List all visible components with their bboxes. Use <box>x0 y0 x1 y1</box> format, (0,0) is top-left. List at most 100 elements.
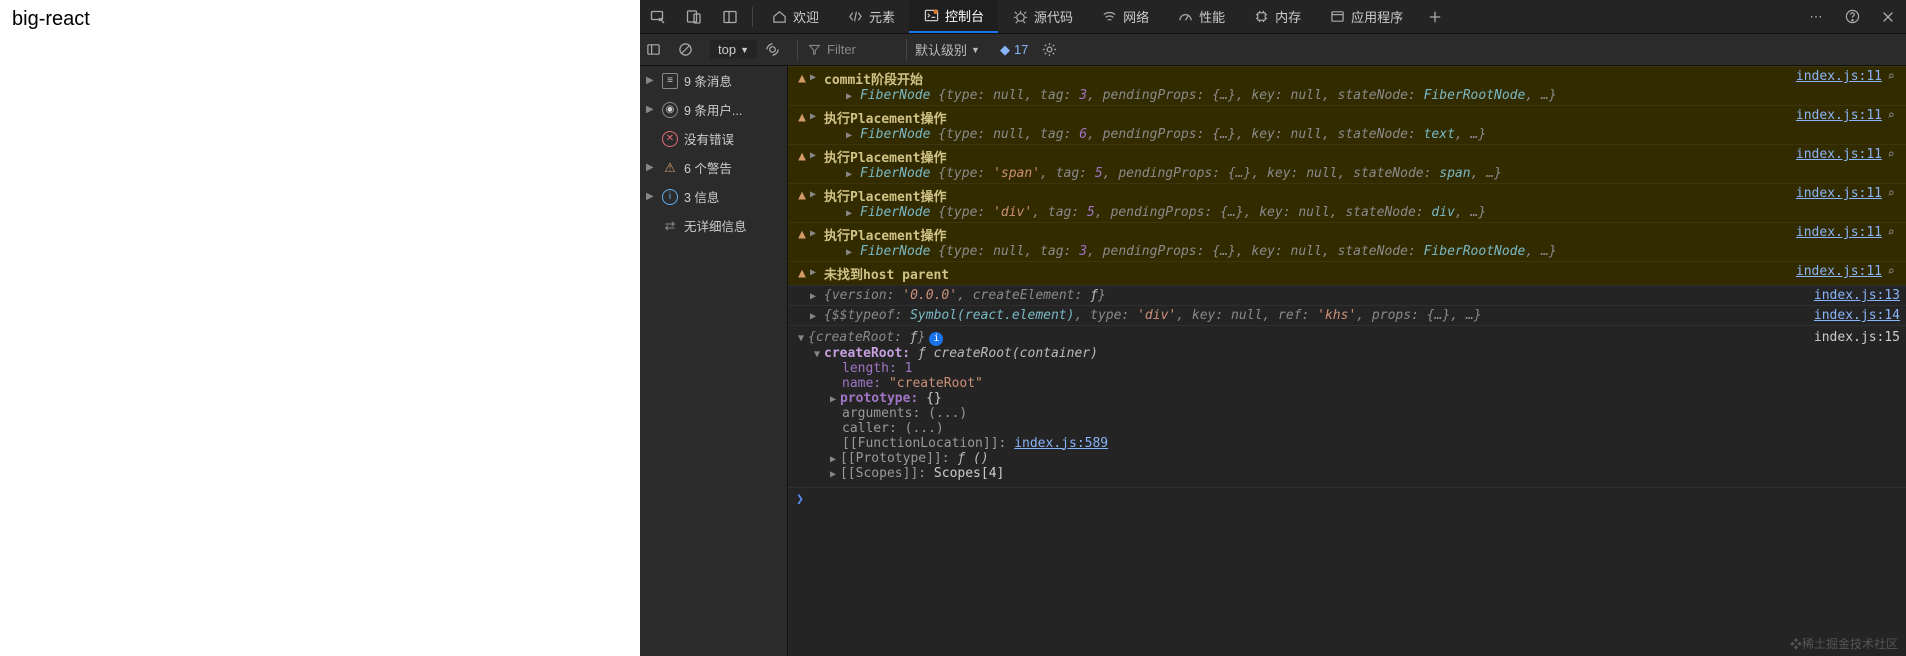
chevron-right-icon: ▶ <box>810 225 824 239</box>
error-icon: ✕ <box>662 131 678 147</box>
chevron-right-icon: ▶ <box>810 288 824 302</box>
source-link[interactable]: index.js:13 <box>1806 288 1900 303</box>
tab-network[interactable]: 网络 <box>1087 0 1163 33</box>
wifi-icon <box>1101 9 1117 25</box>
user-icon: ◉ <box>662 102 678 118</box>
console-sidebar: ▶≡9 条消息 ▶◉9 条用户... ✕没有错误 ▶⚠6 个警告 ▶i3 信息 … <box>640 66 788 656</box>
console-warning[interactable]: ▲ ▶ 执行Placement操作 ▶FiberNode {type: 'div… <box>788 183 1906 222</box>
console-log[interactable]: ▶ {$$typeof: Symbol(react.element), type… <box>788 305 1906 325</box>
console-warning[interactable]: ▲ ▶ 执行Placement操作 ▶FiberNode {type: null… <box>788 222 1906 261</box>
source-link[interactable]: index.js:11 <box>1788 108 1882 123</box>
log-level-selector[interactable]: 默认级别▼ <box>915 40 980 59</box>
sidebar-toggle-icon[interactable] <box>646 42 670 57</box>
tab-memory[interactable]: 内存 <box>1239 0 1315 33</box>
magnify-icon[interactable]: ⌕ <box>1882 108 1900 122</box>
app-icon <box>1329 9 1345 25</box>
sidebar-verbose[interactable]: ⇄无详细信息 <box>640 211 787 240</box>
verbose-icon: ⇄ <box>662 218 678 234</box>
console-warning[interactable]: ▲ ▶ 执行Placement操作 ▶FiberNode {type: null… <box>788 105 1906 144</box>
tab-application[interactable]: 应用程序 <box>1315 0 1417 33</box>
chip-icon <box>1253 9 1269 25</box>
dock-icon[interactable] <box>712 0 748 33</box>
tab-performance[interactable]: 性能 <box>1163 0 1239 33</box>
console-warning[interactable]: ▲ ▶ 未找到host parent index.js:11 ⌕ <box>788 261 1906 285</box>
settings-icon[interactable] <box>1042 42 1066 57</box>
tab-elements[interactable]: 元素 <box>833 0 909 33</box>
page-title: big-react <box>12 8 628 31</box>
warning-icon: ▲ <box>794 225 810 242</box>
info-icon: i <box>662 189 678 205</box>
issue-icon: ◆ <box>1000 42 1010 58</box>
device-toggle-icon[interactable] <box>676 0 712 33</box>
clear-console-icon[interactable] <box>678 42 702 57</box>
add-tab-icon[interactable] <box>1417 0 1453 33</box>
chevron-right-icon: ▶ <box>826 451 840 465</box>
filter-input[interactable]: Filter <box>797 39 907 61</box>
close-icon[interactable] <box>1870 0 1906 33</box>
info-icon: i <box>929 332 943 346</box>
chevron-down-icon: ▼ <box>794 330 808 344</box>
chevron-down-icon: ▼ <box>740 45 749 55</box>
chevron-right-icon: ▶ <box>846 127 860 141</box>
sidebar-messages[interactable]: ▶≡9 条消息 <box>640 66 787 95</box>
chevron-down-icon: ▼ <box>971 45 980 55</box>
console-warning[interactable]: ▲ ▶ 执行Placement操作 ▶FiberNode {type: 'spa… <box>788 144 1906 183</box>
console-log[interactable]: ▶ {version: '0.0.0', createElement: ƒ} i… <box>788 285 1906 305</box>
source-link[interactable]: index.js:11 <box>1788 186 1882 201</box>
source-link[interactable]: index.js:11 <box>1788 69 1882 84</box>
warning-icon: ▲ <box>794 264 810 281</box>
chevron-right-icon: ▶ <box>810 308 824 322</box>
source-link[interactable]: index.js:589 <box>1014 436 1108 451</box>
issues-count[interactable]: ◆17 <box>1000 42 1028 58</box>
chevron-right-icon: ▶ <box>846 166 860 180</box>
watermark: ❖稀土掘金技术社区 <box>1790 635 1898 652</box>
sidebar-info[interactable]: ▶i3 信息 <box>640 182 787 211</box>
help-icon[interactable] <box>1834 0 1870 33</box>
warning-icon: ▲ <box>794 108 810 125</box>
chevron-down-icon: ▼ <box>810 346 824 360</box>
chevron-right-icon: ▶ <box>810 147 824 161</box>
console-icon <box>923 8 939 24</box>
magnify-icon[interactable]: ⌕ <box>1882 147 1900 161</box>
console-output: ▲ ▶ commit阶段开始 ▶FiberNode {type: null, t… <box>788 66 1906 656</box>
list-icon: ≡ <box>662 73 678 89</box>
devtools-panel: 欢迎 元素 控制台 源代码 网络 性能 内存 应用程序 ⋯ top▼ Filte… <box>640 0 1906 656</box>
chevron-right-icon: ▶ <box>646 75 656 86</box>
source-link[interactable]: index.js:15 <box>1814 330 1900 345</box>
chevron-right-icon: ▶ <box>810 264 824 278</box>
inspect-icon[interactable] <box>640 0 676 33</box>
devtools-tabbar: 欢迎 元素 控制台 源代码 网络 性能 内存 应用程序 ⋯ <box>640 0 1906 34</box>
sidebar-warnings[interactable]: ▶⚠6 个警告 <box>640 153 787 182</box>
sidebar-user[interactable]: ▶◉9 条用户... <box>640 95 787 124</box>
gauge-icon <box>1177 9 1193 25</box>
tab-console[interactable]: 控制台 <box>909 0 998 33</box>
tab-sources[interactable]: 源代码 <box>998 0 1087 33</box>
magnify-icon[interactable]: ⌕ <box>1882 225 1900 239</box>
context-selector[interactable]: top▼ <box>710 40 757 59</box>
chevron-right-icon: ▶ <box>846 205 860 219</box>
console-warning[interactable]: ▲ ▶ commit阶段开始 ▶FiberNode {type: null, t… <box>788 66 1906 105</box>
chevron-right-icon: ▶ <box>646 162 656 173</box>
chevron-right-icon: ▶ <box>846 88 860 102</box>
live-expression-icon[interactable] <box>765 42 789 57</box>
code-icon <box>847 9 863 25</box>
filter-icon <box>808 43 821 56</box>
magnify-icon[interactable]: ⌕ <box>1882 186 1900 200</box>
source-link[interactable]: index.js:11 <box>1788 264 1882 279</box>
warning-icon: ▲ <box>794 186 810 203</box>
source-link[interactable]: index.js:14 <box>1806 308 1900 323</box>
chevron-right-icon: ▶ <box>826 391 840 405</box>
chevron-right-icon: ▶ <box>810 186 824 200</box>
more-icon[interactable]: ⋯ <box>1798 0 1834 33</box>
source-link[interactable]: index.js:11 <box>1788 147 1882 162</box>
source-link[interactable]: index.js:11 <box>1788 225 1882 240</box>
sidebar-errors[interactable]: ✕没有错误 <box>640 124 787 153</box>
magnify-icon[interactable]: ⌕ <box>1882 264 1900 278</box>
console-toolbar: top▼ Filter 默认级别▼ ◆17 <box>640 34 1906 66</box>
console-log-expanded[interactable]: ▼ {createRoot: ƒ}i index.js:15 ▼createRo… <box>788 325 1906 487</box>
console-prompt[interactable]: ❯ <box>788 487 1906 511</box>
chevron-right-icon: ▶ <box>646 191 656 202</box>
magnify-icon[interactable]: ⌕ <box>1882 69 1900 83</box>
tab-welcome[interactable]: 欢迎 <box>757 0 833 33</box>
chevron-right-icon: ▶ <box>826 466 840 480</box>
